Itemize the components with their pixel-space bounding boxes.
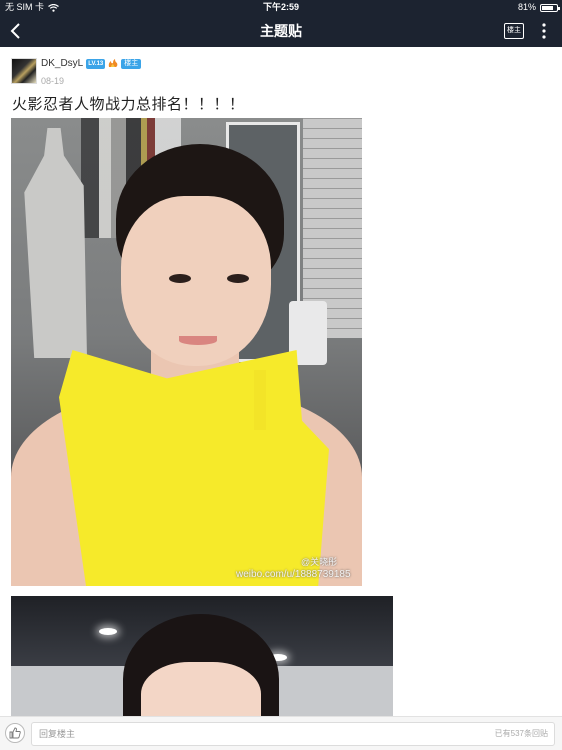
battery-icon bbox=[540, 3, 560, 12]
post-title: 火影忍者人物战力总排名！！！！ bbox=[12, 96, 245, 113]
reply-count: 已有537条回贴 bbox=[494, 729, 548, 738]
post-image-2[interactable] bbox=[11, 596, 393, 716]
status-bar: 无 SIM 卡 下午2:59 81% bbox=[0, 0, 562, 15]
like-button[interactable] bbox=[5, 723, 25, 743]
yellow-top bbox=[59, 350, 329, 586]
status-time: 下午2:59 bbox=[262, 2, 299, 12]
username[interactable]: DK_DsyL bbox=[41, 58, 83, 69]
avatar[interactable] bbox=[11, 58, 37, 84]
app-root: 无 SIM 卡 下午2:59 81% 主题贴 楼主 DK_DsyL LV.13 … bbox=[0, 0, 562, 750]
post-date: 08-19 bbox=[41, 76, 65, 86]
page-title: 主题贴 bbox=[260, 23, 302, 39]
watermark-handle: @关晓彤 bbox=[301, 557, 338, 567]
ceiling-light bbox=[99, 628, 117, 635]
navigation-bar: 主题贴 楼主 bbox=[0, 15, 562, 47]
subject-left-eye bbox=[169, 274, 191, 283]
reply-placeholder: 回复楼主 bbox=[39, 729, 76, 739]
owner-badge: 楼主 bbox=[121, 58, 142, 69]
subject-face bbox=[141, 662, 261, 716]
fire-icon bbox=[109, 59, 118, 67]
battery-percent: 81% bbox=[517, 2, 536, 12]
level-badge: LV.13 bbox=[86, 58, 106, 69]
reply-input[interactable]: 回复楼主 已有537条回贴 bbox=[31, 722, 555, 746]
thumbs-up-icon bbox=[9, 727, 21, 739]
yellow-strap bbox=[254, 370, 266, 430]
only-owner-button[interactable]: 楼主 bbox=[504, 23, 524, 39]
more-options-icon[interactable] bbox=[538, 22, 550, 40]
subject-lips bbox=[179, 336, 217, 345]
battery-fill bbox=[542, 5, 554, 10]
watermark-url: weibo.com/u/1888739185 bbox=[236, 569, 351, 580]
reply-bar: 回复楼主 已有537条回贴 bbox=[0, 716, 562, 750]
author-info: DK_DsyL LV.13 楼主 bbox=[41, 58, 142, 69]
subject-right-eye bbox=[227, 274, 249, 283]
status-right: 81% bbox=[517, 0, 560, 15]
post-image-1[interactable]: @关晓彤 weibo.com/u/1888739185 bbox=[11, 118, 362, 586]
